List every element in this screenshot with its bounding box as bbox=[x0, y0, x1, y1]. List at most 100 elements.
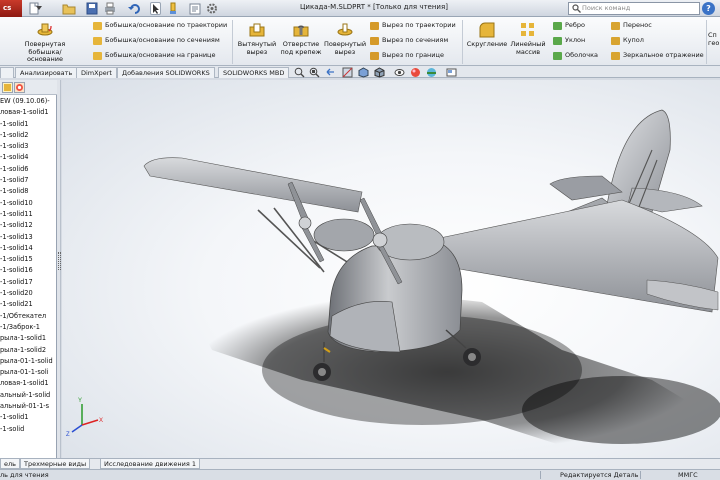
swept-boss-button[interactable]: Бобышка/основание по траектории bbox=[93, 21, 227, 30]
feature-tree-item[interactable]: -1-solid2 bbox=[0, 130, 56, 141]
help-icon[interactable]: ? bbox=[702, 2, 715, 15]
reference-geometry-button[interactable]: Сп гео bbox=[708, 32, 720, 47]
feature-tree-item[interactable]: альный-01-1-s bbox=[0, 401, 56, 412]
wrap-button[interactable]: Перенос bbox=[611, 21, 652, 30]
tab-solidworks-addins[interactable]: Добавления SOLIDWORKS bbox=[117, 67, 215, 78]
feature-tree-item[interactable]: -1-solid6 bbox=[0, 164, 56, 175]
search-placeholder: Поиск команд bbox=[582, 4, 631, 12]
previous-view-icon[interactable] bbox=[325, 67, 336, 78]
feature-tree-item[interactable]: -1/Заброк-1 bbox=[0, 322, 56, 333]
feature-tree-item[interactable]: -1-solid14 bbox=[0, 243, 56, 254]
feature-tree-item[interactable]: -1-solid1 bbox=[0, 119, 56, 130]
feature-tree-item[interactable]: рыла-1-solid2 bbox=[0, 345, 56, 356]
status-separator bbox=[640, 471, 641, 479]
print-icon[interactable] bbox=[104, 2, 116, 15]
graphics-viewport[interactable]: Y X Z bbox=[62, 80, 720, 458]
save-icon[interactable] bbox=[86, 2, 98, 15]
feature-tree-item[interactable]: -1-solid20 bbox=[0, 288, 56, 299]
rebuild-icon[interactable] bbox=[168, 2, 178, 15]
feature-tree-item[interactable]: -1/Обтекател bbox=[0, 311, 56, 322]
apply-scene-icon[interactable] bbox=[426, 67, 437, 78]
rib-button[interactable]: Ребро bbox=[553, 21, 585, 30]
revolved-cut-button[interactable]: Повернутый вырез bbox=[324, 21, 366, 56]
splitter-grip-icon[interactable] bbox=[58, 252, 61, 270]
feature-tree-item[interactable]: -1-solid17 bbox=[0, 277, 56, 288]
sweep-icon bbox=[93, 22, 102, 30]
linear-pattern-button[interactable]: Линейный массив bbox=[508, 21, 548, 56]
lofted-cut-icon bbox=[370, 37, 379, 45]
tab-partial[interactable] bbox=[0, 67, 14, 78]
feature-tree-item[interactable]: рыла-01-1-soli bbox=[0, 367, 56, 378]
display-style-icon[interactable] bbox=[374, 67, 385, 78]
search-commands-input[interactable]: Поиск команд bbox=[568, 2, 700, 15]
tab-model[interactable]: ель bbox=[0, 459, 20, 469]
select-pointer-icon[interactable] bbox=[150, 2, 161, 15]
tab-dimxpert[interactable]: DimXpert bbox=[76, 67, 117, 78]
feature-tree-item[interactable]: альный-1-solid bbox=[0, 390, 56, 401]
tab-evaluate[interactable]: Анализировать bbox=[15, 67, 78, 78]
feature-tree-item[interactable]: -1-solid8 bbox=[0, 186, 56, 197]
boundary-cut-button[interactable]: Вырез по границе bbox=[370, 51, 444, 60]
tab-motion-study[interactable]: Исследование движения 1 bbox=[100, 459, 200, 469]
aircraft-model[interactable]: Y X Z bbox=[62, 80, 720, 458]
feature-tree-item[interactable]: -1-solid4 bbox=[0, 152, 56, 163]
feature-tree-item[interactable]: -1-solid13 bbox=[0, 232, 56, 243]
solidworks-logo[interactable]: cs bbox=[0, 0, 22, 17]
open-folder-icon[interactable] bbox=[62, 2, 76, 15]
hole-wizard-button[interactable]: Отверстие под крепеж bbox=[278, 21, 324, 56]
feature-tree-item[interactable]: EW (09.10.06)- bbox=[0, 96, 56, 107]
ribbon-separator bbox=[462, 20, 463, 64]
tab-3d-views[interactable]: Трехмерные виды bbox=[20, 459, 91, 469]
feature-tree-item[interactable]: -1-solid21 bbox=[0, 299, 56, 310]
view-settings-icon[interactable] bbox=[446, 67, 457, 78]
feature-tree-item[interactable]: -1-solid3 bbox=[0, 141, 56, 152]
mirror-button[interactable]: Зеркальное отражение bbox=[611, 51, 704, 60]
feature-tree-item[interactable]: -1-solid1 bbox=[0, 412, 56, 423]
rib-icon bbox=[553, 22, 562, 30]
hole-wizard-icon bbox=[292, 21, 310, 39]
feature-tree-item[interactable]: рыла-01-1-solid bbox=[0, 356, 56, 367]
svg-text:Y: Y bbox=[78, 398, 82, 404]
feature-tree-item[interactable]: -1-solid11 bbox=[0, 209, 56, 220]
swept-cut-button[interactable]: Вырез по траектории bbox=[370, 21, 456, 30]
feature-tree-item[interactable]: -1-solid16 bbox=[0, 265, 56, 276]
zoom-to-fit-icon[interactable] bbox=[294, 67, 305, 78]
tab-solidworks-mbd[interactable]: SOLIDWORKS MBD bbox=[218, 67, 290, 78]
feature-tree-item[interactable]: -1-solid bbox=[0, 424, 56, 435]
hide-show-items-icon[interactable] bbox=[394, 67, 405, 78]
lofted-boss-button[interactable]: Бобышка/основание по сечениям bbox=[93, 36, 220, 45]
fillet-label: Скругление bbox=[466, 40, 508, 48]
dome-button[interactable]: Купол bbox=[611, 36, 644, 45]
edit-appearance-icon[interactable] bbox=[410, 67, 421, 78]
mirror-icon bbox=[611, 52, 620, 60]
bottom-tabs: ель Трехмерные виды Исследование движени… bbox=[0, 458, 720, 469]
hole-wizard-label: Отверстие под крепеж bbox=[280, 40, 322, 56]
units-indicator[interactable]: ММГС bbox=[678, 470, 698, 480]
boundary-cut-label: Вырез по границе bbox=[382, 51, 444, 59]
wrap-label: Перенос bbox=[623, 21, 652, 29]
section-view-icon[interactable] bbox=[342, 67, 353, 78]
shell-button[interactable]: Оболочка bbox=[553, 51, 598, 60]
appearance-tab[interactable] bbox=[14, 82, 25, 93]
feature-tree-item[interactable]: -1-solid12 bbox=[0, 220, 56, 231]
boundary-boss-button[interactable]: Бобышка/основание на границе bbox=[93, 51, 215, 60]
view-orientation-icon[interactable] bbox=[358, 67, 369, 78]
zoom-area-icon[interactable] bbox=[309, 67, 320, 78]
feature-tree-item[interactable]: ловая-1-solid1 bbox=[0, 107, 56, 118]
file-properties-icon[interactable] bbox=[189, 2, 201, 15]
fillet-button[interactable]: Скругление bbox=[466, 21, 508, 49]
extruded-cut-button[interactable]: Вытянутый вырез bbox=[236, 21, 278, 56]
options-gear-icon[interactable] bbox=[206, 2, 218, 15]
lofted-cut-button[interactable]: Вырез по сечениям bbox=[370, 36, 448, 45]
left-engine-nacelle bbox=[313, 218, 375, 252]
feature-tree-item[interactable]: -1-solid10 bbox=[0, 198, 56, 209]
revolved-boss-button[interactable]: Повернутая бобышка/основание bbox=[20, 21, 70, 64]
feature-tree-item[interactable]: -1-solid15 bbox=[0, 254, 56, 265]
draft-button[interactable]: Уклон bbox=[553, 36, 585, 45]
feature-tree-item[interactable]: -1-solid7 bbox=[0, 175, 56, 186]
undo-icon[interactable] bbox=[128, 2, 141, 15]
feature-tree-item[interactable]: ловая-1-solid1 bbox=[0, 378, 56, 389]
feature-manager-tab[interactable] bbox=[2, 82, 13, 93]
boundary-boss-label: Бобышка/основание на границе bbox=[105, 51, 216, 59]
feature-tree-item[interactable]: рыла-1-solid1 bbox=[0, 333, 56, 344]
